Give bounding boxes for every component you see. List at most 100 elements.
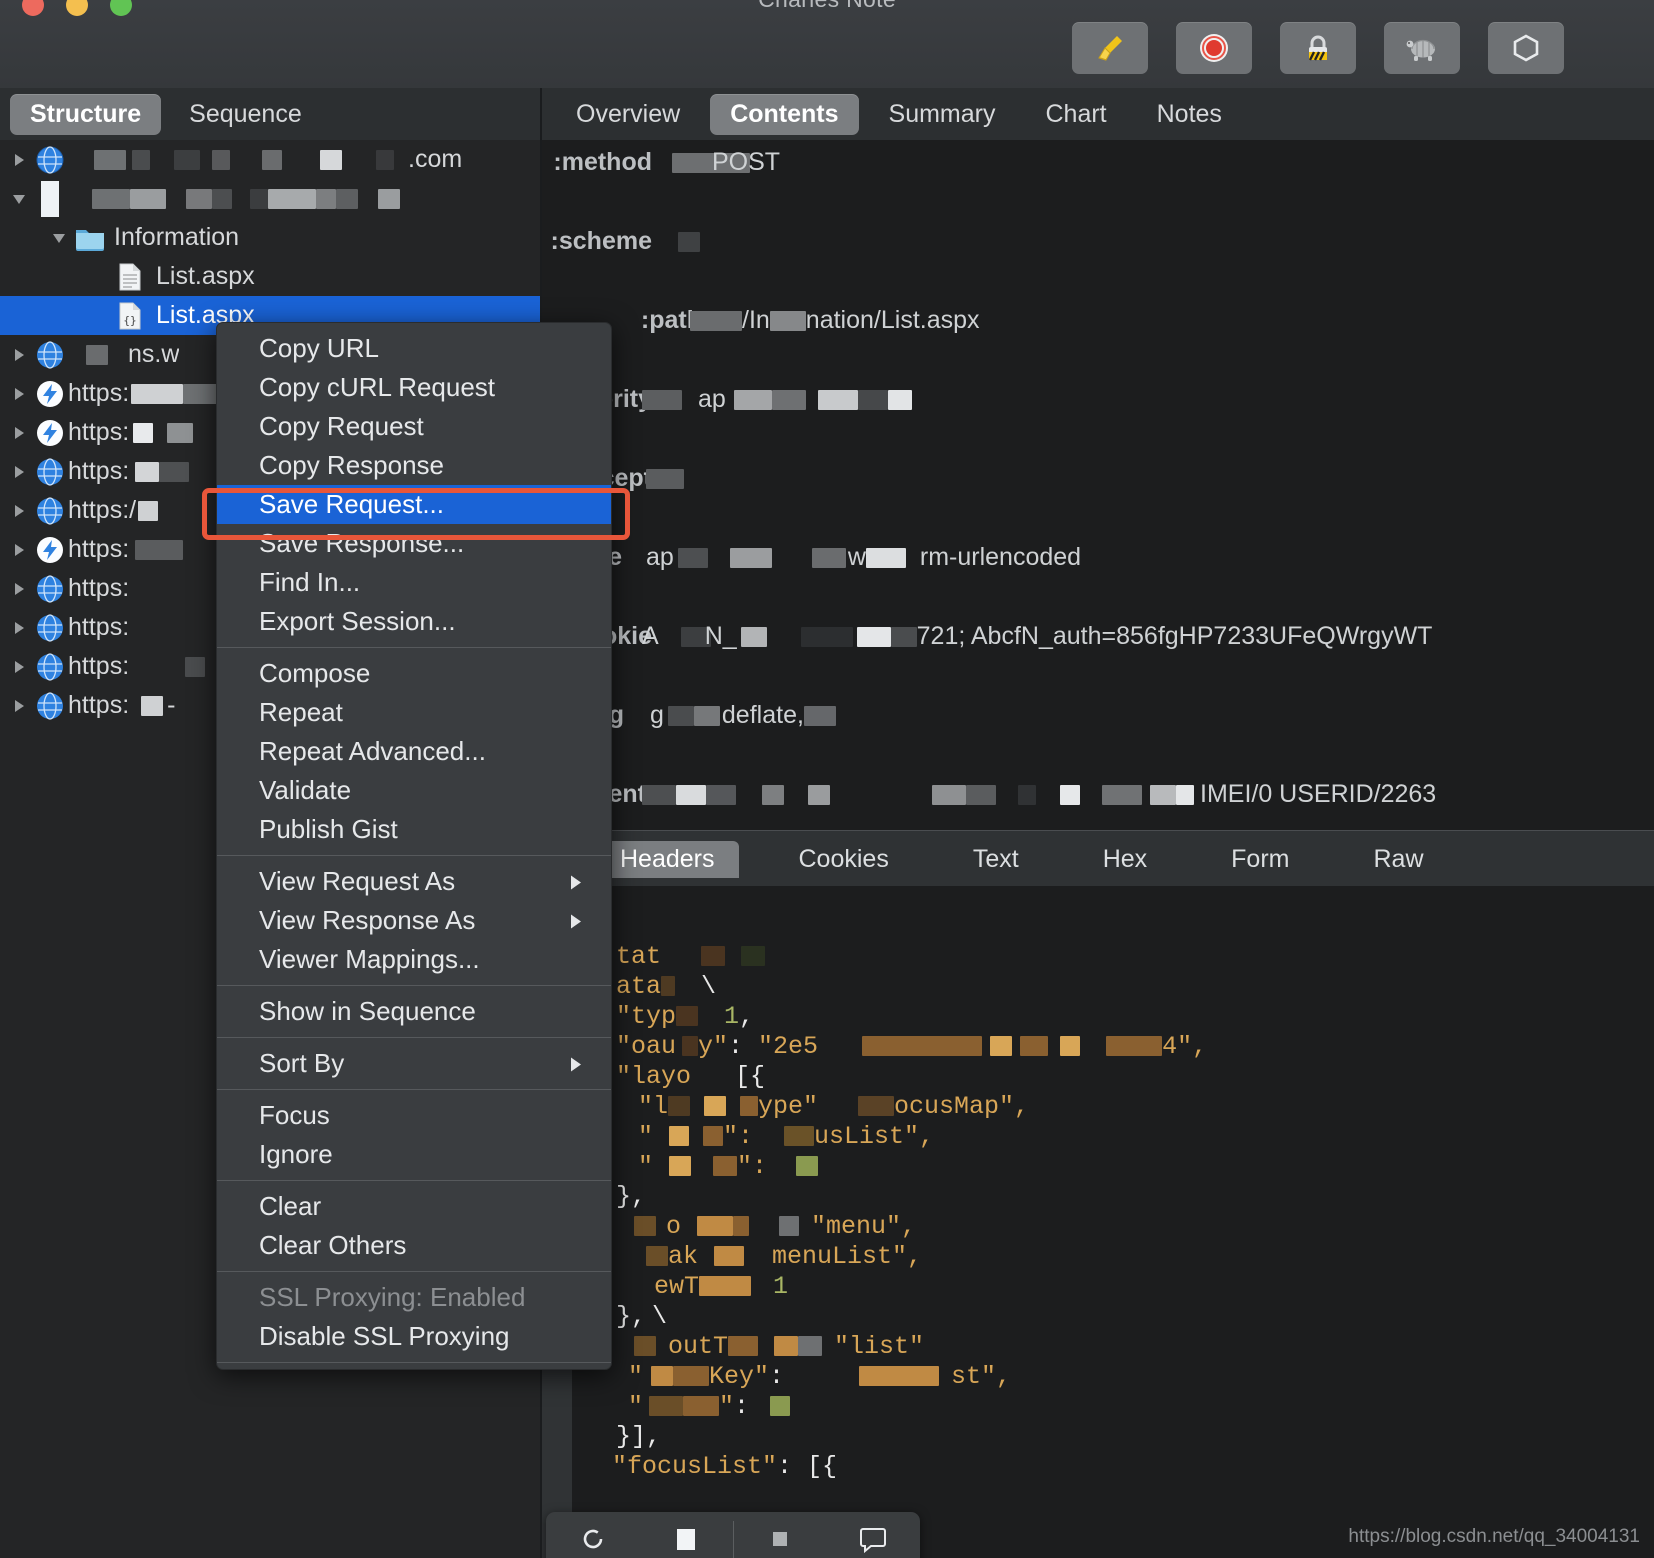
tree-row-information[interactable]: Information bbox=[0, 218, 540, 257]
chevron-right-icon[interactable] bbox=[6, 542, 32, 558]
chevron-right-icon[interactable] bbox=[6, 503, 32, 519]
globe-icon bbox=[32, 613, 68, 643]
tab-summary[interactable]: Summary bbox=[869, 94, 1016, 135]
subtab-cookies[interactable]: Cookies bbox=[775, 841, 913, 878]
json-icon: {} bbox=[112, 301, 148, 331]
menu-save-response[interactable]: Save Response... bbox=[217, 524, 611, 563]
record-button[interactable] bbox=[1176, 22, 1252, 74]
tree-row[interactable]: .com bbox=[0, 140, 540, 179]
menu-repeat-advanced[interactable]: Repeat Advanced... bbox=[217, 732, 611, 771]
tree-row-label: https: bbox=[68, 379, 226, 408]
menu-sort-by[interactable]: Sort By bbox=[217, 1044, 611, 1083]
tab-strip: Structure Sequence Overview Contents Sum… bbox=[0, 88, 1654, 141]
menu-copy-request[interactable]: Copy Request bbox=[217, 407, 611, 446]
menu-divider bbox=[217, 985, 611, 986]
chevron-right-icon[interactable] bbox=[6, 347, 32, 363]
turtle-icon bbox=[1403, 31, 1441, 65]
tree-row-label: https: bbox=[68, 418, 194, 447]
chevron-down-icon[interactable] bbox=[6, 191, 32, 207]
tree-row-list-aspx-doc[interactable]: List.aspx bbox=[0, 257, 540, 296]
throttle-button[interactable] bbox=[1384, 22, 1460, 74]
header-row: user-agent IMEI/0 USERID/2263 bbox=[542, 780, 1654, 819]
subtab-raw[interactable]: Raw bbox=[1349, 841, 1447, 878]
menu-ignore[interactable]: Ignore bbox=[217, 1135, 611, 1174]
menu-copy-curl-request[interactable]: Copy cURL Request bbox=[217, 368, 611, 407]
tree-row-label: https: bbox=[68, 613, 130, 641]
context-menu[interactable]: Copy URL Copy cURL Request Copy Request … bbox=[216, 322, 612, 1370]
tab-sequence[interactable]: Sequence bbox=[169, 94, 322, 135]
clear-session-button[interactable] bbox=[1072, 22, 1148, 74]
menu-compose[interactable]: Compose bbox=[217, 654, 611, 693]
chevron-right-icon[interactable] bbox=[6, 386, 32, 402]
menu-view-request-as[interactable]: View Request As bbox=[217, 862, 611, 901]
globe-icon bbox=[32, 574, 68, 604]
subtab-headers[interactable]: Headers bbox=[596, 840, 739, 878]
submenu-arrow-icon bbox=[569, 905, 583, 936]
menu-view-response-as[interactable]: View Response As bbox=[217, 901, 611, 940]
menu-copy-response[interactable]: Copy Response bbox=[217, 446, 611, 485]
chevron-right-icon[interactable] bbox=[6, 698, 32, 714]
menu-divider bbox=[217, 1089, 611, 1090]
chevron-right-icon[interactable] bbox=[6, 152, 32, 168]
header-row: :path /In nation/List.aspx bbox=[542, 306, 1654, 345]
tree-row-label: https:/ bbox=[68, 496, 159, 525]
header-value: IMEI/0 USERID/2263 bbox=[642, 780, 1436, 809]
menu-show-in-sequence[interactable]: Show in Sequence bbox=[217, 992, 611, 1031]
menu-disable-ssl-proxying[interactable]: Disable SSL Proxying bbox=[217, 1317, 611, 1356]
menu-export-session[interactable]: Export Session... bbox=[217, 602, 611, 641]
window-title: Charles Note bbox=[0, 0, 1654, 13]
header-value: /In nation/List.aspx bbox=[690, 306, 980, 335]
chevron-right-icon[interactable] bbox=[6, 659, 32, 675]
json-line: }], bbox=[616, 1422, 662, 1451]
tree-row-label: Information bbox=[114, 223, 240, 251]
header-value bbox=[646, 464, 684, 493]
header-value: ap bbox=[642, 385, 912, 414]
stop-button[interactable] bbox=[639, 1526, 732, 1558]
menu-clear[interactable]: Clear bbox=[217, 1187, 611, 1226]
comment-button[interactable] bbox=[827, 1524, 920, 1558]
globe-icon bbox=[32, 691, 68, 721]
chevron-right-icon[interactable] bbox=[6, 620, 32, 636]
menu-publish-gist[interactable]: Publish Gist bbox=[217, 810, 611, 849]
menu-validate[interactable]: Validate bbox=[217, 771, 611, 810]
comment-icon bbox=[858, 1524, 888, 1558]
menu-copy-url[interactable]: Copy URL bbox=[217, 329, 611, 368]
bolt-icon bbox=[32, 535, 68, 565]
menu-find-in[interactable]: Find In... bbox=[217, 563, 611, 602]
chevron-right-icon[interactable] bbox=[6, 425, 32, 441]
tab-overview[interactable]: Overview bbox=[556, 94, 700, 135]
bolt-icon bbox=[32, 379, 68, 409]
menu-item-label: View Response As bbox=[259, 905, 476, 935]
tab-chart[interactable]: Chart bbox=[1025, 94, 1126, 135]
tab-structure[interactable]: Structure bbox=[10, 94, 162, 135]
tab-contents[interactable]: Contents bbox=[710, 94, 859, 135]
menu-repeat[interactable]: Repeat bbox=[217, 693, 611, 732]
menu-save-request[interactable]: Save Request... bbox=[217, 485, 611, 524]
square-button[interactable] bbox=[734, 1527, 827, 1558]
record-icon bbox=[1197, 31, 1231, 65]
json-line: "layo[{ bbox=[616, 1062, 766, 1091]
chevron-right-icon[interactable] bbox=[6, 581, 32, 597]
menu-viewer-mappings[interactable]: Viewer Mappings... bbox=[217, 940, 611, 979]
json-body-viewer[interactable]: tat ata \ "typ 1, "oau y": "2e5 4", "layo[{ … bbox=[542, 886, 1654, 1558]
chevron-right-icon[interactable] bbox=[6, 464, 32, 480]
menu-focus[interactable]: Focus bbox=[217, 1096, 611, 1135]
tab-notes[interactable]: Notes bbox=[1137, 94, 1242, 135]
header-name: :method bbox=[553, 148, 652, 176]
headers-list[interactable]: :method POST :scheme :path /In nation/Lis… bbox=[542, 140, 1654, 830]
tree-row[interactable] bbox=[0, 179, 540, 218]
reload-button[interactable] bbox=[546, 1524, 639, 1558]
menu-divider bbox=[217, 647, 611, 648]
breakpoints-button[interactable] bbox=[1488, 22, 1564, 74]
json-line: " ": bbox=[572, 1152, 1654, 1182]
subtab-hex[interactable]: Hex bbox=[1079, 841, 1171, 878]
json-line: " ": usList", bbox=[638, 1122, 935, 1151]
floating-toolbar[interactable] bbox=[546, 1512, 920, 1558]
chevron-down-icon[interactable] bbox=[46, 230, 72, 246]
menu-clear-others[interactable]: Clear Others bbox=[217, 1226, 611, 1265]
subtab-text[interactable]: Text bbox=[949, 841, 1043, 878]
ssl-proxying-button[interactable] bbox=[1280, 22, 1356, 74]
json-line: " Key": st", bbox=[628, 1362, 1012, 1391]
blank-icon bbox=[32, 180, 68, 217]
subtab-form[interactable]: Form bbox=[1207, 841, 1313, 878]
